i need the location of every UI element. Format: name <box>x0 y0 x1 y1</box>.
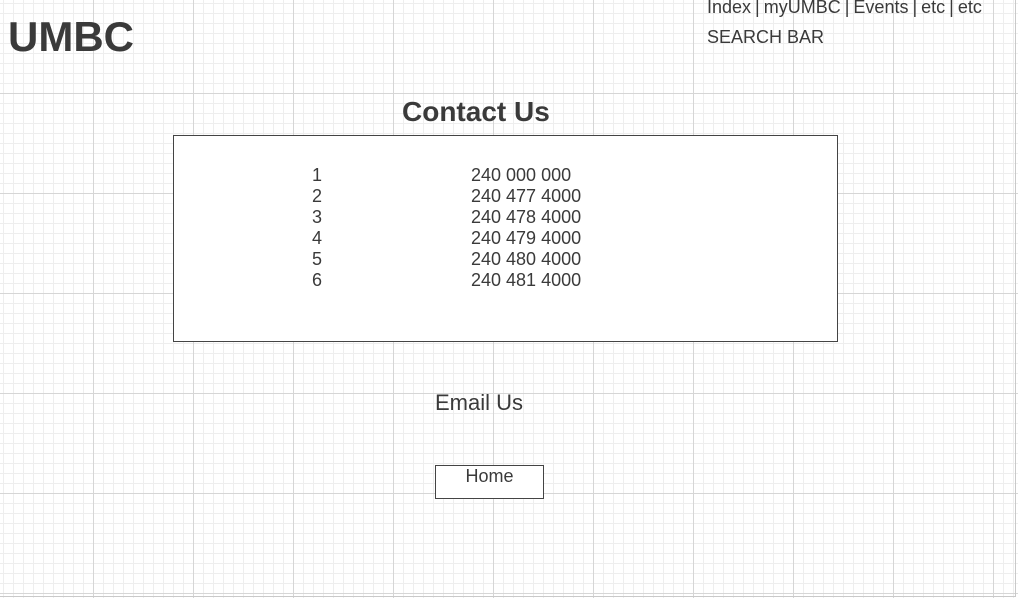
contact-row: 4 240 479 4000 <box>174 228 837 249</box>
contact-list-box: 1 240 000 000 2 240 477 4000 3 240 478 4… <box>173 135 838 342</box>
nav-separator: | <box>844 0 850 17</box>
nav-separator: | <box>949 0 954 17</box>
nav-link-events[interactable]: Events <box>853 0 908 17</box>
contact-phone: 240 000 000 <box>471 165 572 185</box>
contact-number: 4 <box>312 228 323 248</box>
contact-phone: 240 478 4000 <box>471 207 582 227</box>
contact-row: 5 240 480 4000 <box>174 249 837 270</box>
page-title: Contact Us <box>402 96 550 127</box>
contact-row: 2 240 477 4000 <box>174 186 837 207</box>
contact-number: 5 <box>312 249 323 269</box>
contact-number: 6 <box>312 270 323 290</box>
canvas-edge-bottom <box>0 596 1016 597</box>
canvas-edge-right <box>1015 0 1016 597</box>
nav-link-myumbc[interactable]: myUMBC <box>764 0 841 17</box>
email-us-link[interactable]: Email Us <box>435 390 523 416</box>
home-button-label: Home <box>465 466 514 486</box>
contact-row: 6 240 481 4000 <box>174 270 837 291</box>
contact-number: 3 <box>312 207 323 227</box>
contact-number: 1 <box>312 165 323 185</box>
nav-separator: | <box>912 0 918 17</box>
nav-link-etc-1[interactable]: etc <box>921 0 945 17</box>
contact-row: 3 240 478 4000 <box>174 207 837 228</box>
contact-phone: 240 480 4000 <box>471 249 582 269</box>
nav-separator: | <box>755 0 760 17</box>
home-button[interactable]: Home <box>435 465 544 499</box>
nav-link-etc-2[interactable]: etc <box>958 0 982 17</box>
contact-row: 1 240 000 000 <box>174 165 837 186</box>
top-navigation: Index | myUMBC | Events | etc | etc <box>707 0 982 18</box>
contact-number: 2 <box>312 186 323 206</box>
contact-phone: 240 479 4000 <box>471 228 582 248</box>
contact-phone: 240 477 4000 <box>471 186 582 206</box>
nav-link-index[interactable]: Index <box>707 0 751 17</box>
site-logo: UMBC <box>8 13 134 60</box>
search-bar[interactable]: SEARCH BAR <box>707 26 824 48</box>
contact-phone: 240 481 4000 <box>471 270 582 290</box>
